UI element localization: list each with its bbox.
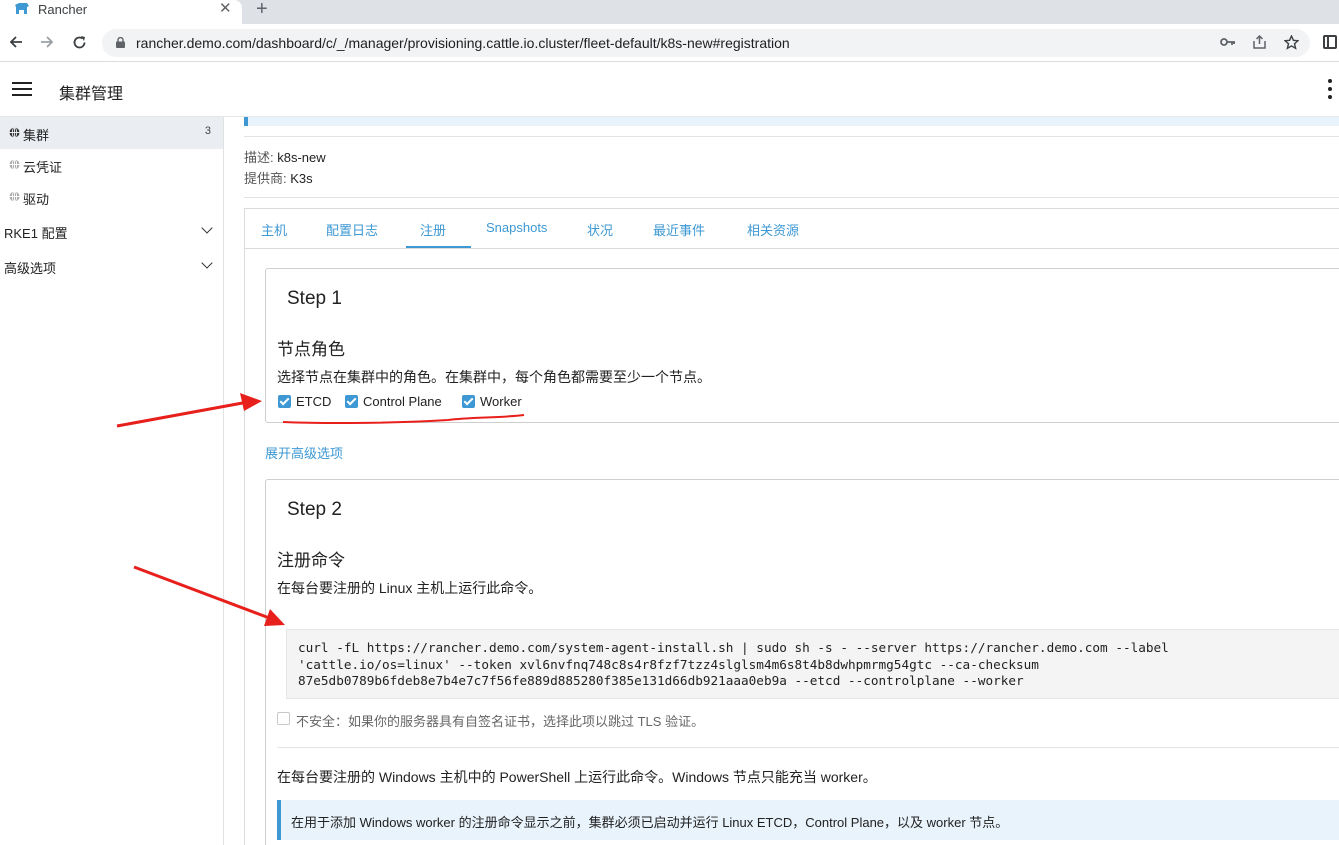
provider-key: 提供商:	[244, 171, 287, 186]
sidebar-item-label: 集群	[23, 128, 50, 143]
sidebar-item-drivers[interactable]: 驱动	[0, 181, 223, 213]
divider	[244, 197, 1339, 198]
sidebar-group-rke1[interactable]: RKE1 配置	[4, 223, 68, 242]
sidebar-item-count: 3	[204, 125, 211, 137]
worker-label[interactable]: Worker	[480, 394, 522, 409]
tab-hosts[interactable]: 主机	[261, 220, 287, 239]
node-role-title: 节点角色	[277, 340, 345, 359]
step2-card: Step 2 注册命令 在每台要注册的 Linux 主机上运行此命令。 curl…	[265, 479, 1339, 845]
share-icon[interactable]	[1252, 35, 1267, 50]
page-title: 集群管理	[59, 86, 124, 103]
sidebar-item-label: 驱动	[23, 192, 50, 207]
provider-value: K3s	[290, 171, 313, 186]
show-advanced-link[interactable]: 展开高级选项	[265, 443, 343, 462]
back-icon[interactable]	[9, 35, 23, 49]
star-icon[interactable]	[1284, 35, 1299, 50]
sidebar-group-advanced[interactable]: 高级选项	[4, 258, 56, 277]
node-role-description: 选择节点在集群中的角色。在集群中，每个角色都需要至少一个节点。	[277, 369, 711, 385]
step1-card: Step 1 节点角色 选择节点在集群中的角色。在集群中，每个角色都需要至少一个…	[265, 268, 1339, 423]
app-header: 集群管理	[0, 62, 1339, 117]
description-value: k8s-new	[277, 150, 326, 165]
step2-title: Step 2	[287, 499, 342, 520]
sidebar-item-clusters[interactable]: 集群 3	[0, 117, 223, 149]
step1-title: Step 1	[287, 288, 342, 309]
tab-provisioning-log[interactable]: 配置日志	[326, 220, 378, 239]
control-plane-checkbox[interactable]	[345, 395, 358, 408]
windows-info-text: 在用于添加 Windows worker 的注册命令显示之前，集群必须已启动并运…	[291, 815, 1009, 830]
browser-tab[interactable]: Rancher ✕	[0, 0, 242, 24]
url-text[interactable]: rancher.demo.com/dashboard/c/_/manager/p…	[136, 35, 790, 51]
lock-icon[interactable]	[116, 37, 125, 48]
more-options-icon[interactable]	[1328, 79, 1332, 99]
address-bar[interactable]: rancher.demo.com/dashboard/c/_/manager/p…	[102, 29, 1310, 57]
sidebar-item-cloud-credentials[interactable]: 云凭证	[0, 149, 223, 181]
new-tab-icon[interactable]: +	[256, 0, 268, 20]
sidebar: 集群 3 云凭证 驱动 RKE1 配置 高级选项	[0, 117, 224, 845]
browser-tab-bar: Rancher ✕ +	[0, 0, 1339, 24]
tab-related-resources[interactable]: 相关资源	[747, 220, 799, 239]
control-plane-label[interactable]: Control Plane	[363, 394, 442, 409]
info-banner	[244, 117, 1339, 126]
sidebar-item-label: 云凭证	[23, 160, 63, 175]
registration-command-title: 注册命令	[277, 551, 345, 570]
rancher-logo-icon	[15, 3, 29, 14]
worker-checkbox[interactable]	[462, 395, 475, 408]
etcd-label[interactable]: ETCD	[296, 394, 331, 409]
provider-row: 提供商: K3s	[244, 168, 313, 187]
globe-icon	[9, 159, 20, 170]
side-panel-icon[interactable]	[1323, 35, 1337, 49]
chevron-down-icon[interactable]	[201, 222, 213, 234]
tab-recent-events[interactable]: 最近事件	[653, 220, 705, 239]
description-row: 描述: k8s-new	[244, 147, 326, 166]
divider	[277, 747, 1339, 748]
windows-command-description: 在每台要注册的 Windows 主机中的 PowerShell 上运行此命令。W…	[277, 769, 877, 785]
forward-icon[interactable]	[40, 35, 54, 49]
tab-registration[interactable]: 注册	[420, 220, 446, 239]
reload-icon[interactable]	[72, 35, 87, 50]
tabs-header: 主机 配置日志 注册 Snapshots 状况 最近事件 相关资源	[245, 209, 1339, 249]
windows-info-banner: 在用于添加 Windows worker 的注册命令显示之前，集群必须已启动并运…	[277, 800, 1339, 840]
divider	[244, 136, 1339, 137]
browser-toolbar: rancher.demo.com/dashboard/c/_/manager/p…	[0, 24, 1339, 62]
key-icon[interactable]	[1220, 36, 1236, 48]
main-content: 描述: k8s-new 提供商: K3s 主机 配置日志 注册 Snapshot…	[224, 117, 1339, 845]
browser-tab-title: Rancher	[38, 2, 88, 17]
command-line: 87e5db0789b6fdeb8e7b4e7c7f56fe889d885280…	[298, 673, 1024, 688]
chevron-down-icon[interactable]	[201, 257, 213, 269]
hamburger-menu-icon[interactable]	[12, 82, 32, 96]
registration-command-code[interactable]: curl -fL https://rancher.demo.com/system…	[286, 629, 1339, 699]
insecure-checkbox[interactable]	[277, 712, 290, 725]
globe-icon	[9, 191, 20, 202]
description-key: 描述:	[244, 150, 274, 165]
tab-snapshots[interactable]: Snapshots	[486, 220, 547, 235]
command-line: curl -fL https://rancher.demo.com/system…	[298, 640, 1169, 655]
tab-close-icon[interactable]: ✕	[219, 0, 232, 18]
etcd-checkbox[interactable]	[278, 395, 291, 408]
globe-icon	[9, 127, 20, 138]
command-line: 'cattle.io/os=linux' --token xvl6nvfnq74…	[298, 656, 1039, 672]
active-tab-indicator	[406, 246, 471, 248]
tab-conditions[interactable]: 状况	[587, 220, 613, 239]
insecure-label[interactable]: 不安全：如果你的服务器具有自签名证书，选择此项以跳过 TLS 验证。	[296, 711, 704, 730]
registration-command-description: 在每台要注册的 Linux 主机上运行此命令。	[277, 580, 543, 596]
